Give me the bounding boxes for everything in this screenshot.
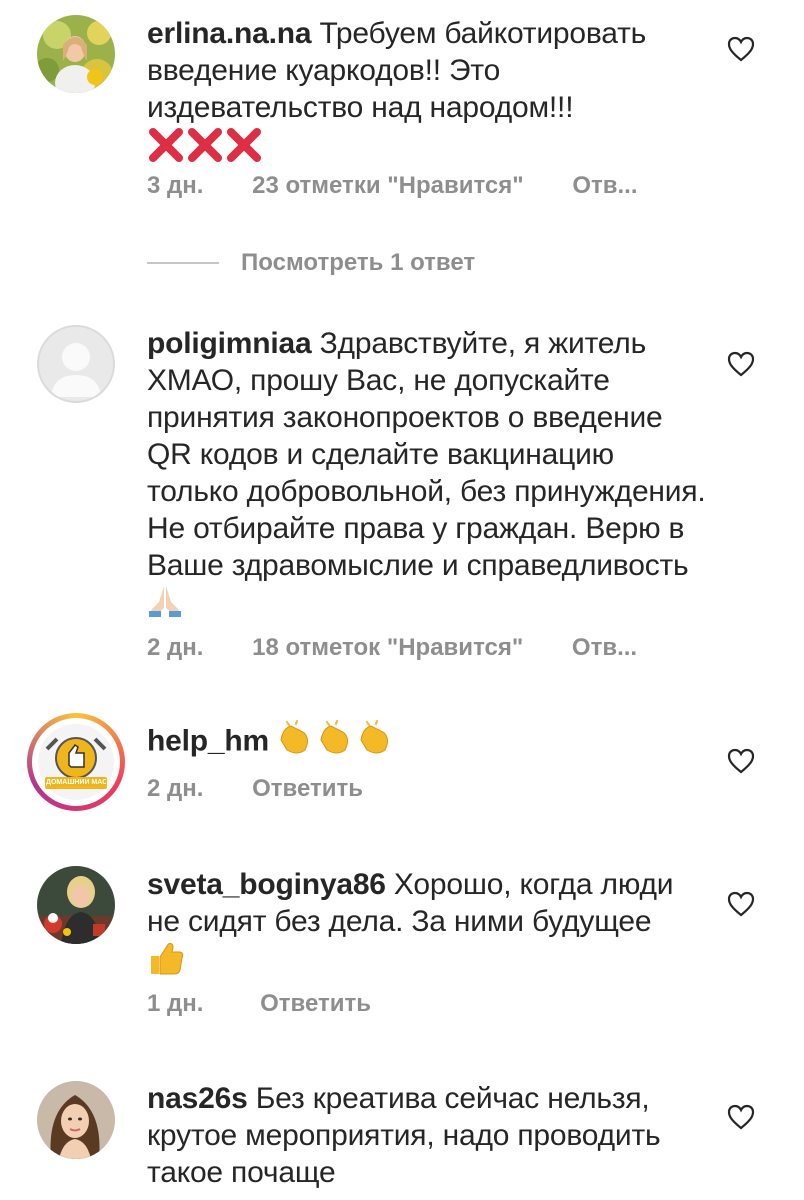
reply-button[interactable]: Ответить [252, 775, 363, 803]
likes-count[interactable]: 18 отметок "Нравится" [252, 634, 523, 662]
comment-body: poligimniaa Здравствуйте, я житель ХМАО,… [147, 325, 707, 627]
username-link[interactable]: help_hm [147, 724, 269, 757]
username-link[interactable]: erlina.na.na [147, 17, 312, 50]
divider [147, 262, 219, 264]
timestamp: 1 дн. [147, 990, 204, 1017]
timestamp: 2 дн. [147, 775, 204, 802]
comment-meta: 2 дн. 18 отметок "Нравится" Отв... [147, 634, 637, 662]
comment-meta: 3 дн. 23 отметки "Нравится" Отв... [147, 172, 638, 200]
timestamp: 2 дн. [147, 634, 204, 661]
comment-body: help_hm [147, 720, 707, 765]
comment-meta: 2 дн. Ответить [147, 775, 363, 803]
view-replies-label: Посмотреть 1 ответ [241, 249, 476, 276]
timestamp: 3 дн. [147, 172, 204, 199]
reply-button[interactable]: Отв... [572, 172, 637, 200]
heart-icon[interactable] [727, 891, 755, 917]
comment-body: nas26s Без креатива сейчас нельзя, круто… [147, 1080, 707, 1191]
username-link[interactable]: poligimniaa [147, 327, 312, 360]
heart-icon[interactable] [727, 36, 755, 62]
avatar-help-hm[interactable]: ДОМАШНИЙ МАСТЕР [27, 713, 125, 811]
avatar-sveta[interactable] [37, 866, 115, 944]
avatar-erlina[interactable] [37, 15, 115, 93]
thumbs-up-icon [147, 940, 185, 985]
reply-button[interactable]: Ответить [260, 990, 371, 1018]
likes-count[interactable]: 23 отметки "Нравится" [252, 172, 524, 200]
avatar-nas26s[interactable] [37, 1081, 115, 1159]
avatar-default[interactable] [37, 325, 115, 403]
comment-meta: 1 дн. Ответить [147, 990, 371, 1018]
reply-button[interactable]: Отв... [572, 634, 637, 662]
cross-mark-icon [147, 126, 263, 171]
comment-text: Здравствуйте, я житель ХМАО, прошу Вас, … [147, 327, 706, 582]
comment-body: erlina.na.na Требуем байкотировать введе… [147, 15, 707, 171]
folded-hands-icon [147, 584, 183, 627]
clapping-hands-icon [277, 720, 395, 765]
username-link[interactable]: sveta_boginya86 [147, 868, 386, 901]
comment-body: sveta_boginya86 Хорошо, когда люди не си… [147, 866, 707, 985]
username-link[interactable]: nas26s [147, 1082, 248, 1115]
view-replies-button[interactable]: Посмотреть 1 ответ [147, 246, 475, 280]
heart-icon[interactable] [727, 1104, 755, 1130]
comment-text [269, 724, 277, 757]
avatar-caption: ДОМАШНИЙ МАСТЕР [46, 779, 106, 786]
heart-icon[interactable] [727, 351, 755, 377]
heart-icon[interactable] [727, 748, 755, 774]
